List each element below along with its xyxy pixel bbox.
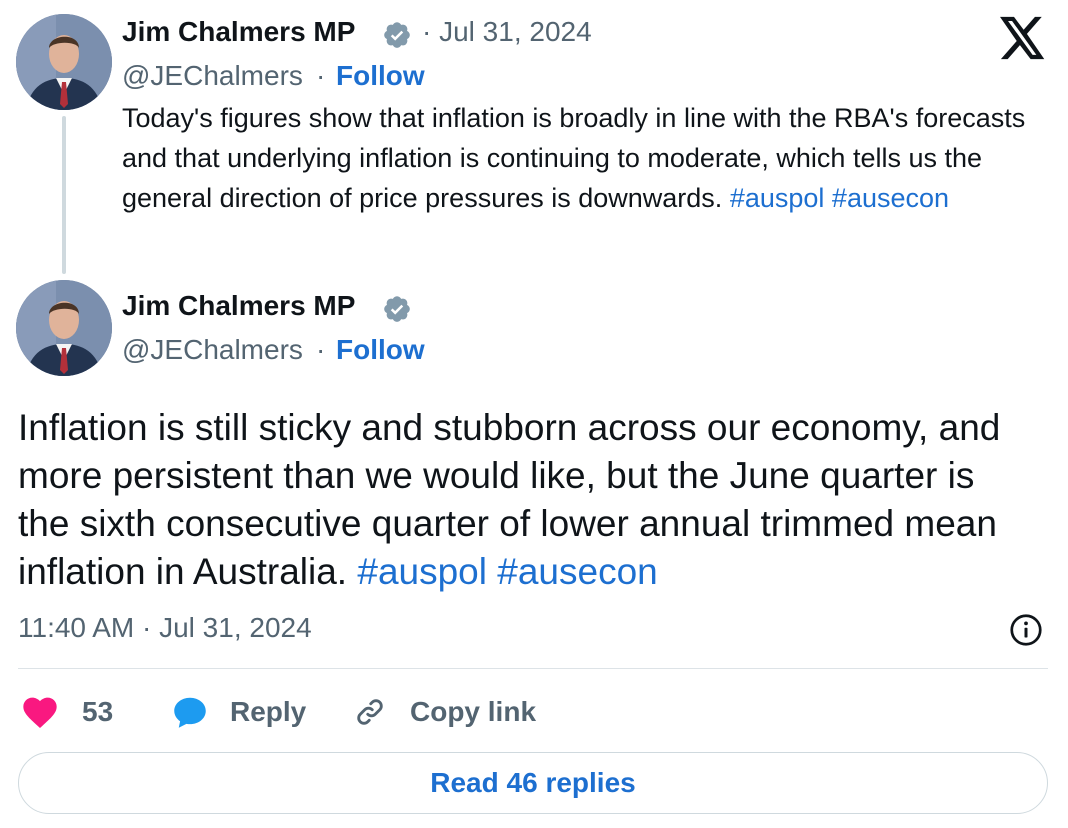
- copy-link-label: Copy link: [410, 696, 537, 727]
- main-author-name[interactable]: Jim Chalmers MP: [122, 290, 355, 322]
- main-author-avatar[interactable]: [16, 280, 112, 376]
- thread-connector-line: [62, 116, 66, 274]
- handle-separator: ·: [316, 334, 326, 365]
- quoted-follow-button[interactable]: Follow: [336, 60, 425, 92]
- hashtag-link[interactable]: #auspol: [357, 551, 487, 592]
- tweet-timestamp[interactable]: 11:40 AM · Jul 31, 2024: [18, 612, 312, 644]
- heart-icon: [20, 692, 60, 732]
- copy-link-button[interactable]: Copy link: [352, 690, 536, 734]
- hashtag-link[interactable]: #ausecon: [832, 183, 949, 213]
- link-icon: [352, 694, 388, 730]
- x-logo-icon[interactable]: [1000, 16, 1046, 60]
- like-count: 53: [82, 696, 114, 727]
- quoted-tweet-text: Today's figures show that inflation is b…: [122, 98, 1042, 218]
- hashtag-link[interactable]: #auspol: [730, 183, 825, 213]
- main-author-handle[interactable]: @JEChalmers: [122, 334, 303, 366]
- handle-separator: ·: [316, 60, 326, 91]
- quoted-tweet-date[interactable]: · Jul 31, 2024: [422, 16, 592, 48]
- info-icon[interactable]: [1008, 612, 1044, 648]
- like-button[interactable]: 53: [20, 690, 113, 734]
- divider: [18, 668, 1048, 669]
- speech-bubble-icon: [172, 694, 208, 730]
- quoted-author-name[interactable]: Jim Chalmers MP: [122, 16, 355, 48]
- reply-button[interactable]: Reply: [172, 690, 306, 734]
- main-follow-button[interactable]: Follow: [336, 334, 425, 366]
- verified-badge-icon: [382, 20, 412, 50]
- verified-badge-icon: [382, 294, 412, 324]
- main-tweet-text: Inflation is still sticky and stubborn a…: [18, 404, 1028, 596]
- quoted-author-avatar[interactable]: [16, 14, 112, 110]
- quoted-author-handle[interactable]: @JEChalmers: [122, 60, 303, 92]
- read-replies-label: Read 46 replies: [430, 767, 636, 798]
- hashtag-link[interactable]: #ausecon: [497, 551, 657, 592]
- read-replies-button[interactable]: Read 46 replies: [18, 752, 1048, 814]
- reply-label: Reply: [230, 696, 307, 727]
